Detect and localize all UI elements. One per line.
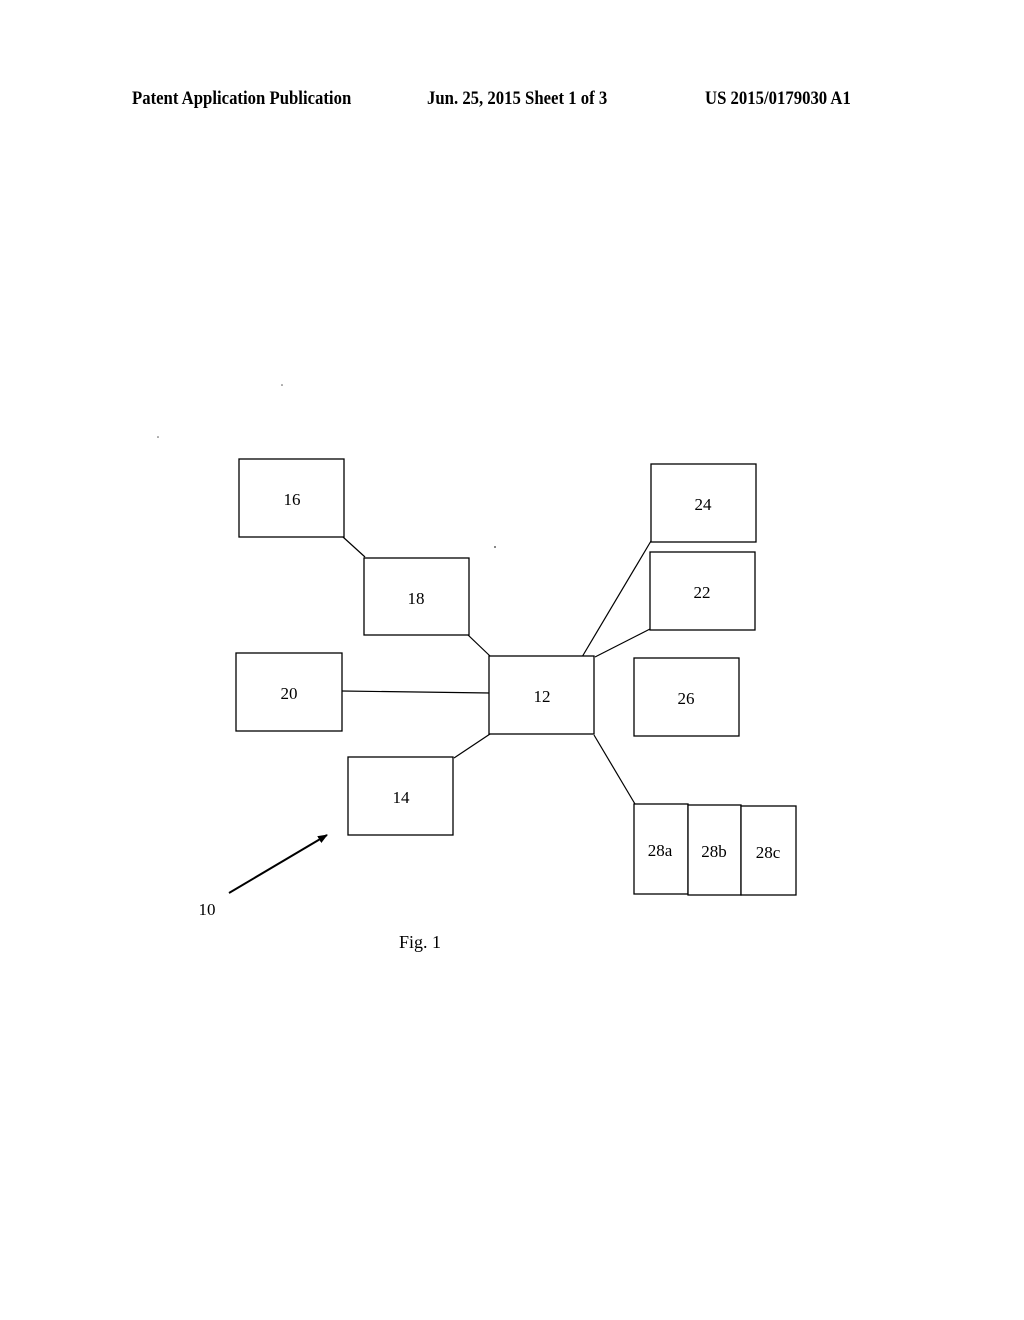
block-14: 14	[347, 756, 454, 836]
connector-18-12	[467, 634, 491, 657]
block-label: 14	[393, 788, 411, 807]
scan-speck	[494, 546, 496, 548]
connector-22-12	[594, 628, 651, 658]
block-22: 22	[649, 551, 756, 631]
block-20: 20	[235, 652, 343, 732]
block-28c: 28c	[740, 805, 797, 896]
block-label: 12	[534, 687, 551, 706]
block-label: 28c	[756, 843, 781, 862]
block-label: 26	[678, 689, 695, 708]
connector-16-18	[342, 536, 366, 558]
connector-14-12	[453, 733, 491, 759]
block-16: 16	[238, 458, 345, 538]
connector-24-12	[581, 540, 652, 658]
block-label: 24	[695, 495, 713, 514]
scan-speck	[281, 384, 283, 386]
scan-speck	[157, 436, 159, 438]
block-label: 22	[694, 583, 711, 602]
connector-12-28a	[593, 734, 636, 805]
figure-caption: Fig. 1	[399, 932, 441, 952]
block-18: 18	[363, 557, 470, 636]
block-label: 20	[281, 684, 298, 703]
reference-label: 10	[199, 900, 216, 919]
connector-20-12	[341, 690, 491, 694]
block-26: 26	[633, 657, 740, 737]
block-label: 18	[408, 589, 425, 608]
figure-diagram: 16 18 20 12 14 24 22 26 28a 28b 28c 10 F…	[157, 384, 797, 952]
block-28a: 28a	[633, 803, 689, 895]
block-label: 28b	[701, 842, 727, 861]
block-12: 12	[488, 655, 595, 735]
block-label: 16	[284, 490, 301, 509]
block-label: 28a	[648, 841, 673, 860]
reference-arrow	[228, 834, 328, 894]
block-24: 24	[650, 463, 757, 543]
block-28b: 28b	[687, 804, 742, 896]
